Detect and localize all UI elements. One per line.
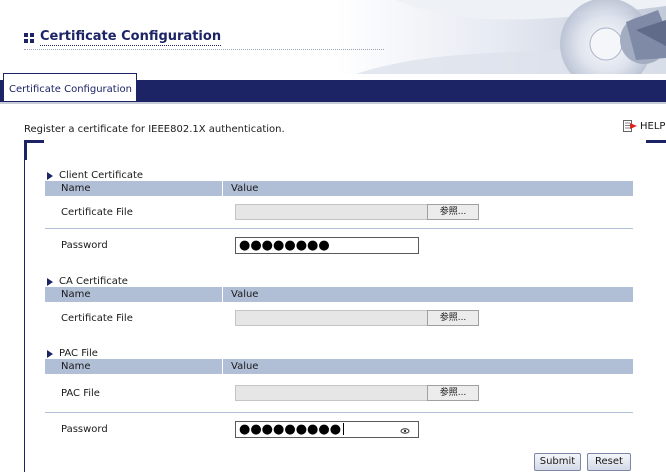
section-ca-certificate: CA Certificate bbox=[47, 276, 128, 287]
table-header: Name Value bbox=[45, 287, 633, 302]
title-underline bbox=[24, 49, 384, 50]
row-label: Password bbox=[61, 423, 108, 435]
column-name-header: Name bbox=[45, 287, 223, 302]
frame-corner bbox=[646, 140, 666, 143]
browse-button[interactable]: 参照... bbox=[427, 385, 479, 401]
triangle-right-icon bbox=[47, 277, 53, 286]
table-header: Name Value bbox=[45, 181, 633, 196]
column-name-header: Name bbox=[45, 359, 223, 374]
table-row: Certificate File 参照... bbox=[45, 196, 633, 229]
pac-file-table: Name Value PAC File 参照... Password ●●●●●… bbox=[45, 359, 633, 445]
reveal-password-icon[interactable] bbox=[400, 425, 410, 435]
column-value-header: Value bbox=[231, 183, 259, 194]
table-row: Password ●●●●●●●●● bbox=[45, 413, 633, 445]
column-value-header: Value bbox=[231, 289, 259, 300]
triangle-right-icon bbox=[47, 171, 53, 180]
password-value: ●●●●●●●●● bbox=[239, 421, 342, 437]
certificate-file-input[interactable] bbox=[235, 310, 427, 326]
tab-certificate-configuration[interactable]: Certificate Configuration bbox=[3, 73, 137, 101]
tab-bar-shadow bbox=[0, 102, 666, 104]
section-pac-file: PAC File bbox=[47, 348, 98, 359]
section-client-certificate: Client Certificate bbox=[47, 170, 143, 181]
header-banner: Certificate Configuration bbox=[0, 0, 666, 74]
page-title: Certificate Configuration bbox=[40, 29, 222, 46]
pac-file-input[interactable] bbox=[235, 385, 427, 401]
section-title: CA Certificate bbox=[59, 276, 128, 287]
client-certificate-table: Name Value Certificate File 参照... Passwo… bbox=[45, 181, 633, 261]
row-label: Certificate File bbox=[61, 206, 133, 218]
help-link[interactable]: HELP bbox=[623, 120, 665, 132]
password-value: ●●●●●●●● bbox=[239, 237, 330, 253]
help-label: HELP bbox=[640, 120, 666, 132]
row-label: PAC File bbox=[61, 387, 100, 399]
table-row: Password ●●●●●●●● bbox=[45, 229, 633, 261]
column-value-header: Value bbox=[231, 361, 259, 372]
row-label: Password bbox=[61, 239, 108, 251]
browse-button[interactable]: 参照... bbox=[427, 204, 479, 220]
ca-certificate-table: Name Value Certificate File 参照... bbox=[45, 287, 633, 334]
frame-corner bbox=[24, 140, 44, 143]
text-caret bbox=[343, 423, 345, 435]
password-field[interactable]: ●●●●●●●●● bbox=[235, 420, 419, 438]
browse-button[interactable]: 参照... bbox=[427, 310, 479, 326]
submit-button[interactable]: Submit bbox=[534, 453, 581, 471]
banner-graphic bbox=[336, 0, 666, 74]
column-name-header: Name bbox=[45, 181, 223, 196]
frame-left-line bbox=[24, 140, 25, 472]
password-field[interactable]: ●●●●●●●● bbox=[235, 236, 419, 254]
table-row: PAC File 参照... bbox=[45, 374, 633, 413]
section-title: PAC File bbox=[59, 348, 98, 359]
certificate-file-input[interactable] bbox=[235, 204, 427, 220]
table-header: Name Value bbox=[45, 359, 633, 374]
frame-corner bbox=[24, 140, 27, 160]
grid-icon bbox=[24, 32, 34, 43]
page-description: Register a certificate for IEEE802.1X au… bbox=[24, 124, 285, 135]
table-row: Certificate File 参照... bbox=[45, 302, 633, 334]
reset-button[interactable]: Reset bbox=[587, 453, 631, 471]
row-label: Certificate File bbox=[61, 312, 133, 324]
help-icon bbox=[623, 120, 637, 132]
triangle-right-icon bbox=[47, 349, 53, 358]
section-title: Client Certificate bbox=[59, 170, 144, 181]
